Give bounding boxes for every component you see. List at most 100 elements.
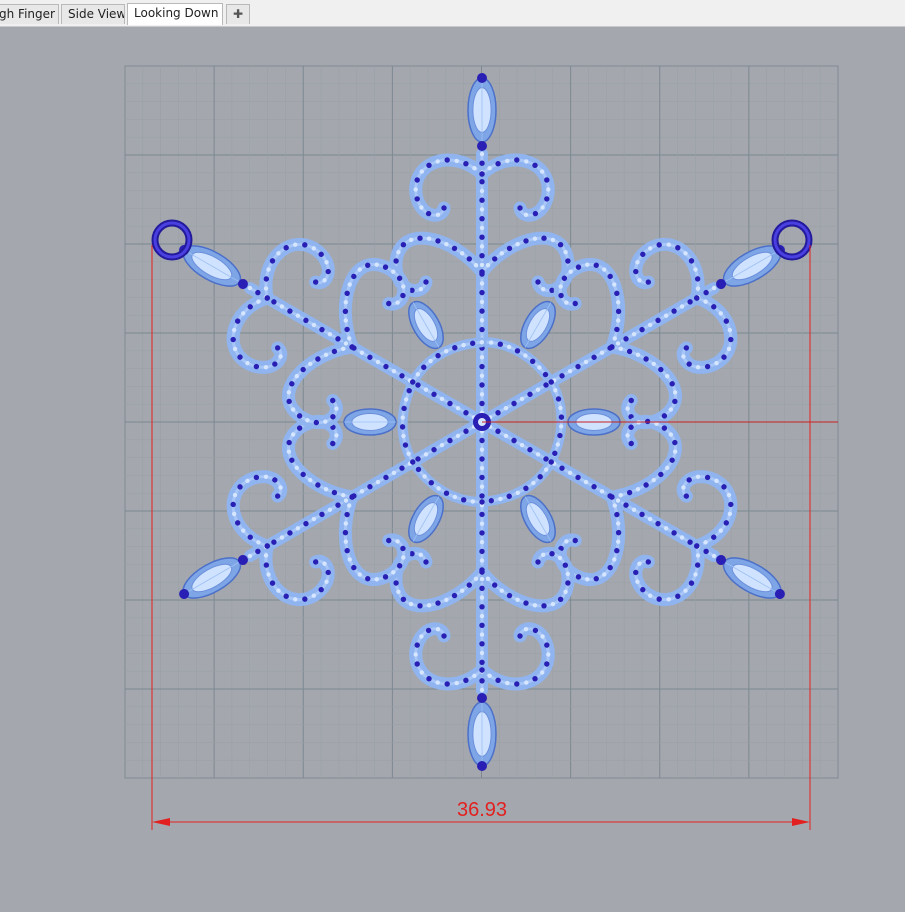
bead [451,592,458,599]
dimension-value[interactable]: 36.93 [457,799,507,821]
bead [517,633,523,639]
bead [479,576,485,582]
add-tab-button[interactable]: ✚ [226,4,250,24]
bead [479,151,485,157]
bead [419,634,424,639]
bead [435,212,441,217]
bead [523,353,528,358]
bead [565,571,570,577]
bead [473,576,479,581]
bead [479,548,485,555]
bead [479,499,485,505]
bead [487,166,492,171]
tab-side-view[interactable]: Side View [61,4,125,24]
bead [562,562,568,568]
bead [549,551,555,557]
bead [413,652,418,657]
bead [544,177,550,183]
inner-marquise-stone[interactable] [514,296,563,354]
tip-marquise-stone[interactable] [177,550,246,606]
bead [428,480,434,486]
bead [400,242,407,248]
tip-marquise-stone[interactable] [467,77,497,143]
bead [499,588,504,593]
bead [532,676,538,682]
bead [506,344,512,350]
bead [505,680,510,686]
bead [479,234,485,240]
bead [495,161,501,167]
bead [419,670,424,675]
bead [422,474,427,479]
bead [479,667,485,673]
inner-marquise-stone[interactable] [343,408,397,436]
bead [557,242,564,248]
bead [423,559,429,565]
bead [563,250,568,255]
bead [506,245,513,252]
bead [426,676,432,682]
bead [550,601,556,607]
bead [489,340,494,345]
bead [414,196,420,202]
bead [479,363,485,370]
bead [435,238,441,244]
bead [414,661,420,667]
bead [413,187,418,192]
bead [514,157,520,163]
bead [479,678,485,684]
bead [436,486,441,491]
bead [505,158,510,164]
bead [479,207,485,212]
bead [479,281,485,286]
inner-marquise-stone[interactable] [402,490,451,548]
bead [479,604,485,610]
bead [396,250,401,255]
tip-marquise-stone[interactable] [717,550,786,606]
bead [479,484,485,489]
bead [523,600,529,606]
bead [557,555,563,561]
bead [463,677,469,683]
bead [479,216,485,222]
dimension-arrow-left [152,818,170,826]
bead [423,279,429,285]
bead [479,687,485,693]
bead [479,641,485,647]
viewport-looking-down[interactable]: 36.93 [0,27,905,907]
bead [444,157,450,163]
dimension-arrow-right [792,818,810,826]
bead [393,580,399,586]
bead [541,552,546,557]
bead [492,582,498,588]
bead [479,466,485,471]
bead [426,603,432,608]
bead [479,650,485,656]
bead [426,236,432,241]
bead [479,456,485,462]
bead [479,262,485,268]
bead [544,661,550,667]
bead [419,169,424,174]
bead [396,589,401,594]
tab-looking-down[interactable]: Looking Down [127,3,223,25]
bead [497,341,503,347]
snowflake-arm [476,414,786,606]
tab-high-finger[interactable]: gh Finger [0,4,59,24]
bead [523,238,529,244]
inner-marquise-stone[interactable] [514,490,563,548]
bead [479,511,485,518]
bead [563,589,568,594]
bead [499,251,504,256]
bead [540,205,545,210]
tip-marquise-stone[interactable] [467,701,497,767]
inner-marquise-stone[interactable] [402,296,451,354]
bead [540,169,545,174]
bead [417,235,423,241]
bead [441,205,447,211]
bead [532,210,539,217]
right-bail-ring[interactable] [771,219,813,261]
bead [479,188,485,194]
bead [425,627,432,634]
left-bail-ring[interactable] [151,219,193,261]
